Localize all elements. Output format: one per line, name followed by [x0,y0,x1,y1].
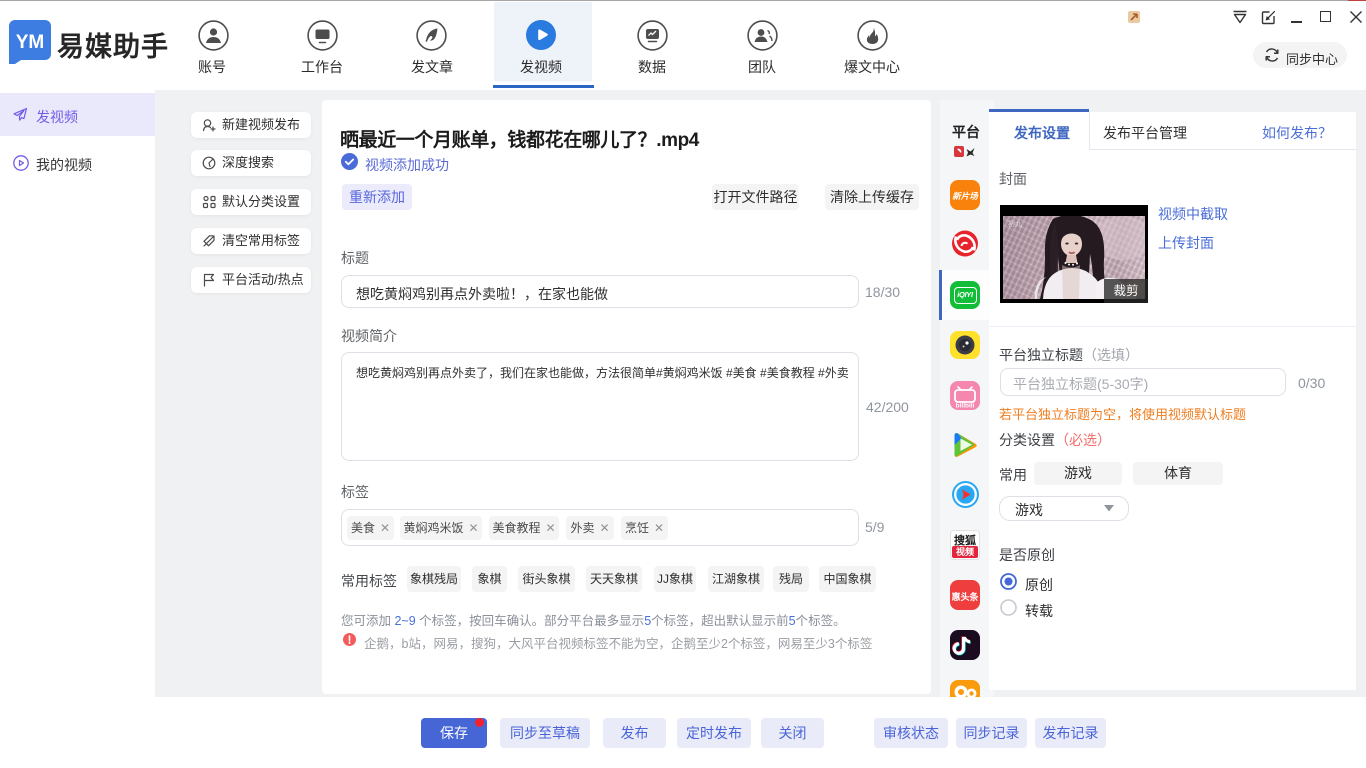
svg-text:bilibili: bilibili [956,403,975,410]
svg-text:YM: YM [16,32,45,53]
